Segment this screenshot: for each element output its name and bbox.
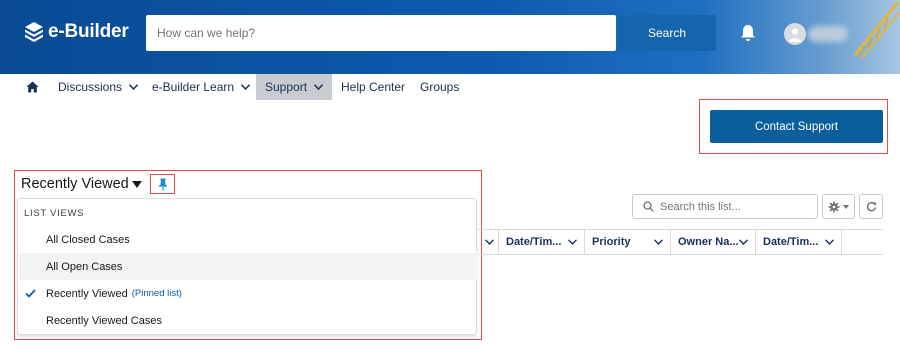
dropdown-heading: LIST VIEWS [24,208,85,219]
list-item-label: Recently Viewed [46,287,128,300]
nav-item-label: Groups [420,80,460,94]
table-header: Date/Tim... Priority Owner Na... Date/Ti… [478,229,883,255]
crane-decoration [853,1,900,59]
checkmark-icon [25,289,36,298]
chevron-down-icon[interactable] [654,239,663,245]
chevron-down-icon[interactable] [568,239,577,245]
nav-item-label: e-Builder Learn [152,80,235,94]
column-label: Priority [592,236,631,248]
avatar[interactable] [784,23,806,45]
bell-icon[interactable] [740,24,756,42]
nav-item-support[interactable]: Support [256,74,332,100]
list-view-title[interactable]: Recently Viewed [21,176,129,192]
e-builder-logo-icon [25,22,43,42]
column-label: Date/Tim... [506,236,562,248]
list-item-all-closed-cases[interactable]: All Closed Cases [19,226,477,253]
top-header: e-Builder Search [0,0,900,74]
column-partial [478,230,499,254]
chevron-down-icon[interactable] [825,239,834,245]
nav-item-groups[interactable]: Groups [420,74,459,100]
user-icon [789,28,801,42]
nav-item-help-center[interactable]: Help Center [341,74,405,100]
home-icon[interactable] [26,81,39,93]
global-search[interactable] [146,15,616,51]
brand-logo[interactable]: e-Builder [24,21,129,43]
column-header-priority[interactable]: Priority [585,230,671,254]
list-item-recently-viewed-cases[interactable]: Recently Viewed Cases [19,307,477,334]
chevron-down-icon[interactable] [739,239,748,245]
column-header-date-time-1[interactable]: Date/Tim... [499,230,585,254]
nav-item-label: Support [265,80,308,94]
column-label: Date/Tim... [763,236,819,248]
column-header-date-time-2[interactable]: Date/Tim... [756,230,842,254]
list-search-input[interactable] [660,200,810,213]
search-icon [643,201,654,212]
list-view-dropdown: LIST VIEWS All Closed Cases All Open Cas… [17,198,477,335]
list-item-label: Recently Viewed Cases [46,314,162,327]
list-item-all-open-cases[interactable]: All Open Cases [19,253,477,280]
list-item-label: All Open Cases [46,260,123,273]
contact-support-button[interactable]: Contact Support [710,110,883,143]
column-label: Owner Na... [678,236,739,248]
search-button[interactable]: Search [618,15,716,51]
pinned-list-note: (Pinned list) [131,288,182,299]
pin-icon [158,178,167,191]
refresh-button[interactable] [859,194,883,219]
user-name-redacted [808,26,848,42]
list-item-recently-viewed[interactable]: Recently Viewed (Pinned list) [19,280,477,307]
chevron-down-icon [241,84,251,90]
chevron-down-icon [129,84,139,90]
global-search-input[interactable] [146,15,616,51]
caret-down-icon [843,204,849,209]
list-settings-button[interactable] [822,194,855,219]
main-nav: Discussions e-Builder Learn Support Help… [0,74,900,102]
caret-down-icon[interactable] [132,181,142,188]
list-search[interactable] [632,194,818,219]
gear-icon [828,201,840,212]
brand-name: e-Builder [48,21,129,42]
nav-item-discussions[interactable]: Discussions [52,74,144,100]
list-item-label: All Closed Cases [46,233,130,246]
column-header-owner-name[interactable]: Owner Na... [671,230,756,254]
refresh-icon [866,201,876,212]
nav-item-label: Discussions [58,80,123,94]
chevron-down-icon [314,84,323,90]
nav-item-e-builder-learn[interactable]: e-Builder Learn [146,74,256,100]
nav-item-label: Help Center [341,80,406,94]
pin-list-button[interactable] [150,174,175,194]
